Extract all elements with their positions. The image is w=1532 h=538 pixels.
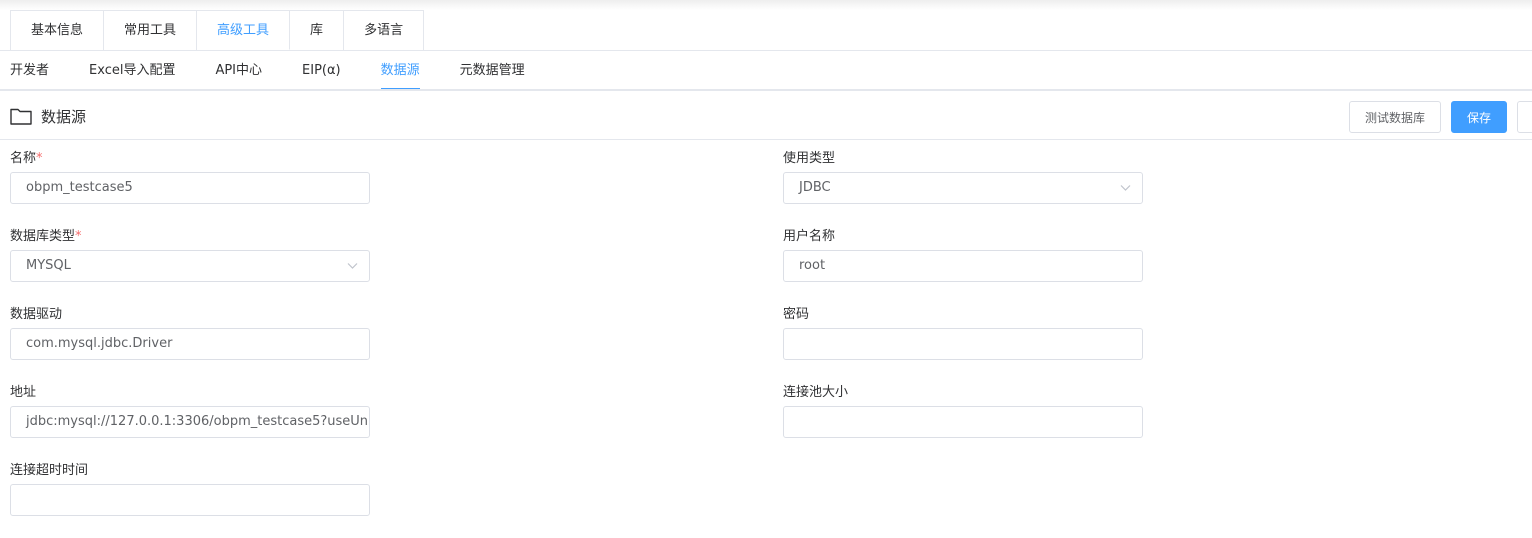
url-label: 地址	[10, 385, 37, 400]
url-input[interactable]: jdbc:mysql://127.0.0.1:3306/obpm_testcas…	[10, 406, 370, 438]
username-input[interactable]: root	[783, 250, 1143, 282]
tab-advanced-tools[interactable]: 高级工具	[197, 10, 291, 50]
db-type-label: 数据库类型*	[10, 225, 82, 244]
timeout-label: 连接超时时间	[10, 463, 89, 478]
tab-common-tools[interactable]: 常用工具	[104, 10, 198, 50]
secondary-tabs-divider	[0, 89, 1532, 91]
primary-tabs-divider	[0, 50, 1532, 51]
name-label-text: 名称	[10, 151, 37, 166]
required-mark: *	[36, 151, 43, 166]
timeout-input[interactable]	[10, 484, 370, 516]
password-label: 密码	[783, 307, 810, 322]
tab-basic-info[interactable]: 基本信息	[11, 10, 105, 50]
tab-api-center[interactable]: API中心	[215, 52, 262, 90]
pool-size-input[interactable]	[783, 406, 1143, 438]
chevron-down-icon	[347, 263, 358, 269]
primary-tabs: 基本信息 常用工具 高级工具 库 多语言	[10, 10, 425, 50]
top-shadow	[0, 0, 1532, 10]
tab-metadata[interactable]: 元数据管理	[460, 52, 525, 90]
usage-type-select[interactable]: JDBC	[783, 172, 1143, 204]
usage-type-value: JDBC	[799, 180, 831, 195]
tab-multilanguage[interactable]: 多语言	[344, 10, 425, 50]
tab-excel-import[interactable]: Excel导入配置	[89, 52, 175, 90]
pool-size-label: 连接池大小	[783, 385, 849, 400]
tab-datasource[interactable]: 数据源	[380, 52, 420, 90]
folder-icon	[10, 108, 32, 125]
section-header: 数据源	[10, 100, 86, 132]
more-button[interactable]	[1517, 101, 1532, 133]
db-type-label-text: 数据库类型	[10, 229, 76, 244]
username-label: 用户名称	[783, 229, 836, 244]
usage-type-label: 使用类型	[783, 151, 836, 166]
password-input[interactable]	[783, 328, 1143, 360]
section-title: 数据源	[41, 107, 87, 126]
save-button[interactable]: 保存	[1451, 101, 1507, 133]
test-database-button[interactable]: 测试数据库	[1349, 101, 1441, 133]
name-label: 名称*	[10, 147, 43, 166]
section-divider	[0, 139, 1532, 140]
db-type-value: MYSQL	[26, 258, 71, 273]
required-mark: *	[75, 229, 82, 244]
tab-eip[interactable]: EIP(α)	[302, 52, 341, 90]
driver-label: 数据驱动	[10, 307, 63, 322]
tab-library[interactable]: 库	[290, 10, 345, 50]
db-type-select[interactable]: MYSQL	[10, 250, 370, 282]
name-input[interactable]: obpm_testcase5	[10, 172, 370, 204]
driver-input[interactable]: com.mysql.jdbc.Driver	[10, 328, 370, 360]
tab-developer[interactable]: 开发者	[10, 52, 49, 90]
chevron-down-icon	[1120, 185, 1131, 191]
secondary-tabs: 开发者 Excel导入配置 API中心 EIP(α) 数据源 元数据管理	[10, 52, 525, 90]
